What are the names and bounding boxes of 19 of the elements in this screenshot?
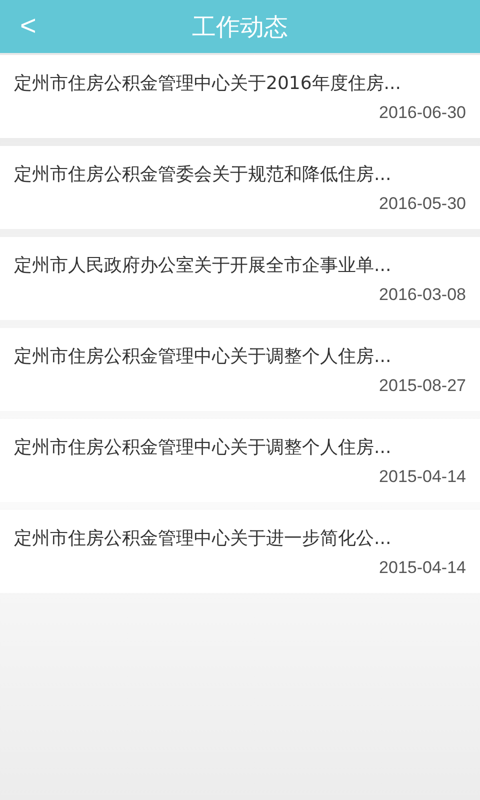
- page-title: 工作动态: [192, 12, 288, 42]
- news-item[interactable]: 定州市住房公积金管理中心关于调整个人住房... 2015-08-27: [0, 328, 480, 411]
- news-date: 2016-03-08: [379, 285, 466, 305]
- news-title: 定州市住房公积金管理中心关于进一步简化公...: [14, 527, 392, 550]
- news-item[interactable]: 定州市住房公积金管理中心关于2016年度住房... 2016-06-30: [0, 55, 480, 138]
- news-date: 2016-05-30: [379, 194, 466, 214]
- news-title: 定州市住房公积金管理中心关于2016年度住房...: [14, 72, 402, 95]
- news-title: 定州市住房公积金管理中心关于调整个人住房...: [14, 436, 392, 459]
- news-title: 定州市住房公积金管理中心关于调整个人住房...: [14, 345, 392, 368]
- news-item[interactable]: 定州市住房公积金管理中心关于调整个人住房... 2015-04-14: [0, 419, 480, 502]
- news-item[interactable]: 定州市住房公积金管理中心关于进一步简化公... 2015-04-14: [0, 510, 480, 593]
- news-item[interactable]: 定州市住房公积金管委会关于规范和降低住房... 2016-05-30: [0, 146, 480, 229]
- news-date: 2015-04-14: [379, 467, 466, 487]
- news-date: 2015-08-27: [379, 376, 466, 396]
- news-item[interactable]: 定州市人民政府办公室关于开展全市企事业单... 2016-03-08: [0, 237, 480, 320]
- news-date: 2016-06-30: [379, 103, 466, 123]
- news-date: 2015-04-14: [379, 558, 466, 578]
- news-title: 定州市住房公积金管委会关于规范和降低住房...: [14, 163, 392, 186]
- news-title: 定州市人民政府办公室关于开展全市企事业单...: [14, 254, 392, 277]
